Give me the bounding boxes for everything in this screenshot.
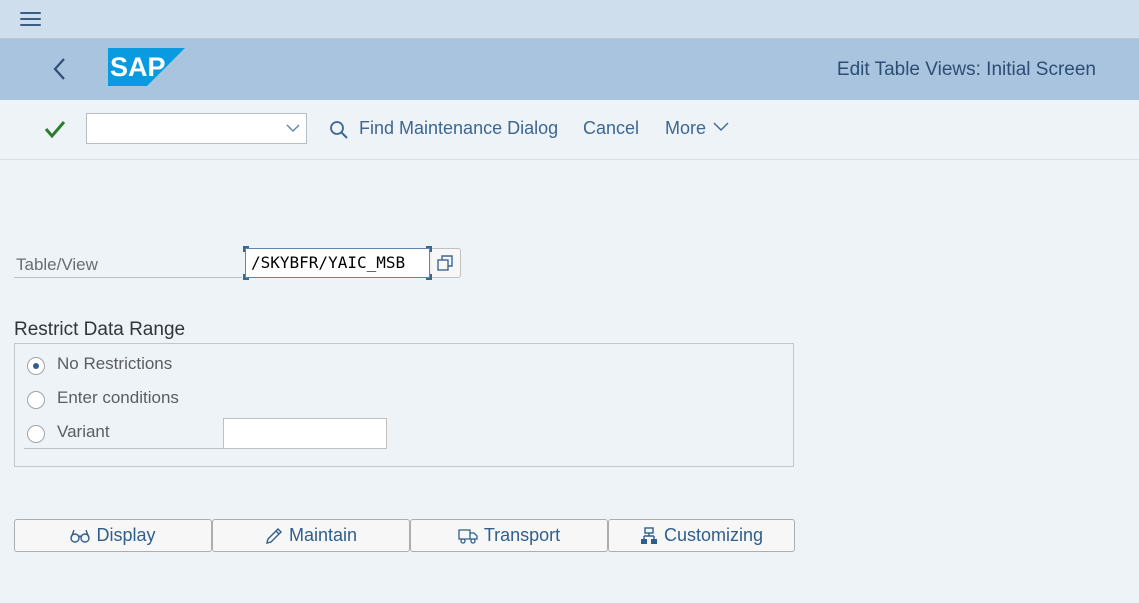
label-underline — [14, 277, 242, 278]
hamburger-menu-icon[interactable] — [20, 12, 41, 26]
radio-button[interactable] — [27, 357, 45, 375]
table-view-label: Table/View — [16, 255, 98, 274]
radio-button[interactable] — [27, 425, 45, 443]
transport-label: Transport — [483, 525, 561, 545]
transport-button[interactable]: Transport — [410, 519, 608, 552]
value-help-button[interactable] — [432, 248, 461, 278]
customizing-button[interactable]: Customizing — [608, 519, 795, 552]
radio-button[interactable] — [27, 391, 45, 409]
variant-input[interactable] — [223, 418, 387, 449]
chevron-left-icon — [53, 58, 65, 80]
pencil-icon — [266, 527, 282, 544]
more-label: More — [665, 118, 707, 138]
display-button[interactable]: Display — [14, 519, 212, 552]
command-field[interactable] — [86, 113, 307, 144]
toolbar: Find Maintenance Dialog Cancel More — [0, 100, 1139, 160]
glasses-icon — [70, 529, 91, 543]
hierarchy-icon — [640, 526, 657, 544]
customizing-label: Customizing — [663, 525, 764, 545]
restrict-data-range-title: Restrict Data Range — [14, 319, 186, 340]
truck-icon — [458, 528, 478, 544]
back-button[interactable] — [48, 55, 74, 83]
variant-underline — [24, 448, 224, 449]
cancel-button[interactable]: Cancel — [583, 118, 639, 139]
sap-logo: SAP — [108, 48, 185, 86]
maintain-button[interactable]: Maintain — [212, 519, 410, 552]
table-view-value: /SKYBFR/YAIC_MSB — [251, 253, 406, 272]
find-maintenance-dialog-button[interactable]: Find Maintenance Dialog — [359, 118, 558, 139]
checkmark-icon — [44, 121, 66, 139]
sap-logo-text: SAP — [110, 52, 166, 82]
radio-label: Variant — [57, 422, 110, 441]
app-header: SAP Edit Table Views: Initial Screen — [0, 39, 1139, 100]
radio-label: Enter conditions — [57, 388, 179, 407]
chevron-down-icon — [713, 122, 729, 131]
confirm-button[interactable] — [43, 117, 67, 141]
search-icon[interactable] — [329, 120, 349, 140]
page-title: Edit Table Views: Initial Screen — [836, 59, 1096, 80]
display-label: Display — [96, 525, 156, 545]
copy-value-help-icon — [437, 255, 453, 271]
maintain-label: Maintain — [288, 525, 358, 545]
radio-label: No Restrictions — [57, 354, 173, 373]
more-button[interactable]: More — [665, 118, 729, 139]
table-view-input[interactable]: /SKYBFR/YAIC_MSB — [243, 246, 432, 280]
chevron-down-icon[interactable] — [286, 123, 300, 133]
shell-top-bar — [0, 0, 1139, 39]
